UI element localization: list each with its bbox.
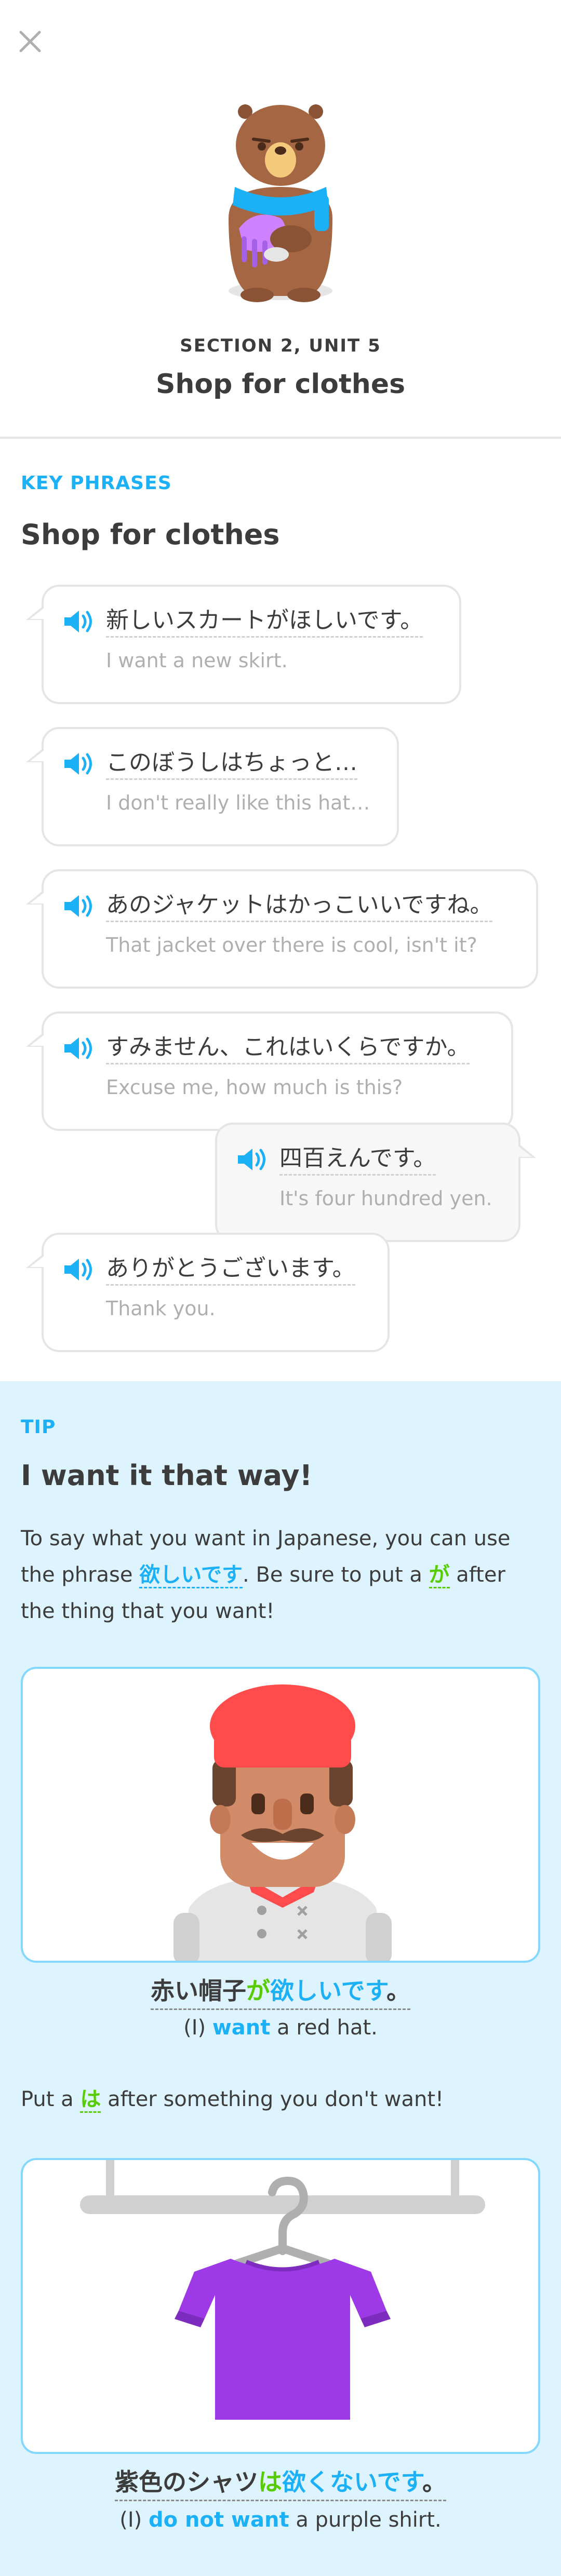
section-label: SECTION 2, UNIT 5	[180, 335, 381, 356]
example-translation-purple-shirt: (I) do not want a purple shirt.	[0, 2508, 561, 2532]
tip-text-part: after something you don't want!	[101, 2087, 444, 2111]
phrase-translation: Thank you.	[106, 1297, 216, 1320]
key-phrases-title: Shop for clothes	[21, 518, 280, 551]
phrase-japanese[interactable]: すみません、これはいくらですか。	[106, 1034, 470, 1064]
speaker-icon[interactable]	[236, 1147, 268, 1172]
tip-text-part: Put a	[21, 2087, 81, 2111]
phrase-japanese[interactable]: 新しいスカートがほしいです。	[106, 607, 423, 638]
tip-label: TIP	[21, 1417, 56, 1438]
speaker-icon[interactable]	[62, 751, 95, 777]
speaker-icon[interactable]	[62, 893, 95, 919]
example-jp-verb: 欲しいです	[270, 1977, 387, 2005]
tip-highlight-ga[interactable]: が	[429, 1563, 450, 1588]
speaker-icon[interactable]	[62, 609, 95, 635]
example-jp-part: 紫色のシャツ	[114, 2468, 258, 2496]
key-phrases-label: KEY PHRASES	[21, 473, 172, 494]
phrase-bubble: このぼうしはちょっと… I don't really like this hat…	[26, 727, 399, 846]
tip-highlight-hoshii[interactable]: 欲しいです	[139, 1563, 243, 1588]
example-en-part: a purple shirt.	[289, 2508, 442, 2532]
example-jp-particle: が	[246, 1977, 270, 2005]
tip-text-part: . Be sure to put a	[243, 1563, 429, 1587]
example-en-highlight: want	[212, 2016, 271, 2040]
example-en-highlight: do not want	[149, 2508, 289, 2532]
phrase-japanese[interactable]: ありがとうございます。	[106, 1255, 355, 1286]
phrase-bubble: ありがとうございます。 Thank you.	[26, 1233, 390, 1352]
example-jp-underline[interactable]: 紫色のシャツは欲くないです。	[114, 2463, 447, 2501]
tip-section: TIP I want it that way! To say what you …	[0, 1381, 561, 2576]
example-jp-end: 。	[386, 1977, 411, 2005]
phrase-translation: It's four hundred yen.	[279, 1186, 492, 1210]
phrase-japanese[interactable]: 四百えんです。	[279, 1145, 436, 1176]
phrase-bubble: すみません、これはいくらですか。 Excuse me, how much is …	[26, 1011, 513, 1131]
example-jp-underline[interactable]: 赤い帽子が欲しいです。	[150, 1972, 411, 2010]
speaker-icon[interactable]	[62, 1035, 95, 1061]
chef-character-illustration	[173, 1684, 392, 1961]
example-sentence-purple-shirt: 紫色のシャツは欲くないです。	[0, 2463, 561, 2501]
phrase-translation: That jacket over there is cool, isn't it…	[106, 933, 477, 956]
close-icon[interactable]	[15, 26, 46, 57]
phrase-bubble: 新しいスカートがほしいです。 I want a new skirt.	[26, 585, 461, 704]
shirt-hanger-illustration	[80, 2160, 485, 2420]
example-en-part: (I)	[183, 2016, 212, 2040]
example-jp-part: 赤い帽子	[150, 1977, 246, 2005]
phrase-bubble-reply: 四百えんです。 It's four hundred yen.	[215, 1123, 536, 1242]
example-en-part: (I)	[119, 2508, 149, 2532]
example-en-part: a red hat.	[270, 2016, 378, 2040]
tip-title: I want it that way!	[21, 1459, 313, 1492]
example-sentence-red-hat: 赤い帽子が欲しいです。	[0, 1972, 561, 2010]
phrase-translation: I want a new skirt.	[106, 649, 288, 672]
phrase-translation: I don't really like this hat…	[106, 791, 370, 814]
phrase-translation: Excuse me, how much is this?	[106, 1075, 403, 1099]
tip-highlight-wa[interactable]: は	[80, 2087, 101, 2113]
example-jp-verb: 欲くないです	[282, 2468, 423, 2496]
example-jp-end: 。	[422, 2468, 447, 2496]
phrase-japanese[interactable]: このぼうしはちょっと…	[106, 749, 357, 780]
example-translation-red-hat: (I) want a red hat.	[0, 2016, 561, 2040]
unit-title: Shop for clothes	[155, 369, 406, 400]
speaker-icon[interactable]	[62, 1257, 95, 1283]
bear-character-illustration	[229, 104, 332, 302]
tip-text-second: Put a は after something you don't want!	[21, 2082, 444, 2113]
example-jp-particle: は	[258, 2468, 282, 2496]
tip-text: To say what you want in Japanese, you ca…	[21, 1520, 540, 1629]
lesson-header: SECTION 2, UNIT 5 Shop for clothes	[0, 0, 561, 439]
example-card-red-hat	[21, 1667, 540, 1963]
phrase-japanese[interactable]: あのジャケットはかっこいいですね。	[106, 892, 493, 922]
example-card-purple-shirt	[21, 2158, 540, 2454]
phrase-bubble: あのジャケットはかっこいいですね。 That jacket over there…	[26, 869, 538, 989]
